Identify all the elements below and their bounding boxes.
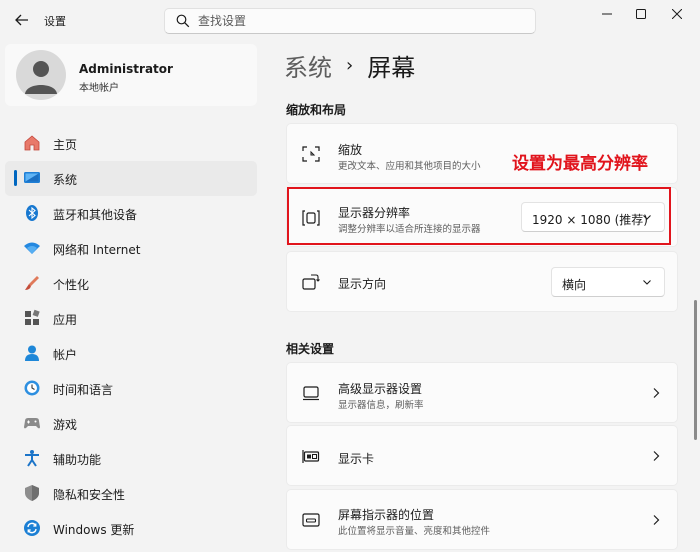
sidebar-item-label: 应用: [53, 313, 78, 327]
arrow-left-icon: [15, 14, 28, 26]
clock-globe-icon: [23, 379, 41, 397]
sidebar-item-accounts[interactable]: 帐户: [5, 336, 257, 371]
scrollbar[interactable]: [694, 300, 697, 440]
sidebar-item-label: 隐私和安全性: [53, 488, 126, 502]
sidebar-item-label: 帐户: [53, 348, 78, 362]
graphics-card-title: 显示卡: [338, 452, 375, 466]
user-profile-card[interactable]: Administrator 本地帐户: [5, 44, 257, 106]
user-avatar-icon: [25, 61, 57, 94]
active-indicator: [14, 170, 17, 186]
sidebar-item-bluetooth[interactable]: 蓝牙和其他设备: [5, 196, 257, 231]
back-button[interactable]: [8, 8, 36, 32]
section-heading-scale-layout: 缩放和布局: [286, 103, 347, 117]
scale-icon: [301, 144, 321, 164]
graphics-card-icon: [301, 446, 321, 466]
monitor-icon: [301, 383, 321, 403]
orientation-title: 显示方向: [338, 277, 387, 291]
bluetooth-icon: [23, 204, 41, 222]
sidebar-item-home[interactable]: 主页: [5, 126, 257, 161]
sidebar-item-windows-update[interactable]: Windows 更新: [5, 511, 257, 546]
indicator-position-subtitle: 此位置将显示音量、亮度和其他控件: [338, 526, 491, 537]
indicator-position-card[interactable]: 屏幕指示器的位置 此位置将显示音量、亮度和其他控件: [286, 489, 678, 550]
annotation-highlight-box: [287, 187, 671, 245]
system-icon: [23, 169, 41, 187]
chevron-right-icon: [653, 515, 660, 525]
title-bar: 设置: [0, 0, 700, 40]
account-icon: [23, 344, 41, 362]
advanced-display-title: 高级显示器设置: [338, 382, 423, 396]
profile-name: Administrator: [79, 62, 173, 76]
graphics-card-card[interactable]: 显示卡: [286, 425, 678, 486]
chevron-right-icon: [653, 451, 660, 461]
sidebar-item-accessibility[interactable]: 辅助功能: [5, 441, 257, 476]
update-icon: [23, 519, 41, 537]
chevron-down-icon: [643, 280, 651, 285]
sidebar-item-label: 系统: [53, 173, 78, 187]
sidebar-item-apps[interactable]: 应用: [5, 301, 257, 336]
app-title: 设置: [44, 15, 66, 28]
sidebar-item-label: 网络和 Internet: [53, 243, 141, 257]
chevron-right-icon: [653, 388, 660, 398]
shield-icon: [23, 484, 41, 502]
home-icon: [23, 134, 41, 152]
sidebar-item-privacy[interactable]: 隐私和安全性: [5, 476, 257, 511]
search-box[interactable]: [164, 8, 536, 34]
wifi-icon: [23, 239, 41, 257]
scale-subtitle: 更改文本、应用和其他项目的大小: [338, 161, 481, 172]
sidebar-item-label: 蓝牙和其他设备: [53, 208, 138, 222]
orientation-value: 横向: [562, 278, 587, 292]
profile-account-type: 本地帐户: [79, 83, 119, 94]
sidebar-nav: 主页 系统 蓝牙和其他设备 网络和 Internet 个性化 应用 帐户 时间和…: [5, 126, 257, 546]
sidebar-item-label: 个性化: [53, 278, 90, 292]
scale-title: 缩放: [338, 143, 363, 157]
breadcrumb-parent[interactable]: 系统: [284, 48, 332, 83]
advanced-display-card[interactable]: 高级显示器设置 显示器信息，刷新率: [286, 362, 678, 423]
advanced-display-subtitle: 显示器信息，刷新率: [338, 400, 424, 411]
brush-icon: [23, 274, 41, 292]
avatar: [16, 50, 66, 100]
search-input[interactable]: [198, 12, 518, 30]
rotate-screen-icon: [301, 272, 321, 292]
search-icon: [176, 14, 190, 28]
apps-icon: [23, 309, 41, 327]
sidebar-item-personalization[interactable]: 个性化: [5, 266, 257, 301]
close-icon: [672, 9, 682, 19]
annotation-text: 设置为最高分辨率: [512, 154, 648, 174]
close-button[interactable]: [654, 0, 700, 28]
sidebar-item-gaming[interactable]: 游戏: [5, 406, 257, 441]
screen-indicator-icon: [301, 510, 321, 530]
accessibility-icon: [23, 449, 41, 467]
sidebar-item-network[interactable]: 网络和 Internet: [5, 231, 257, 266]
sidebar-item-time-language[interactable]: 时间和语言: [5, 371, 257, 406]
sidebar-item-label: 辅助功能: [53, 453, 102, 467]
gamepad-icon: [23, 414, 41, 432]
maximize-icon: [636, 9, 646, 19]
sidebar-item-system[interactable]: 系统: [5, 161, 257, 196]
indicator-position-title: 屏幕指示器的位置: [338, 508, 435, 522]
page-title: 屏幕: [367, 54, 416, 82]
sidebar-item-label: 主页: [53, 138, 78, 152]
minimize-icon: [602, 13, 612, 15]
sidebar-item-label: Windows 更新: [53, 523, 135, 537]
orientation-dropdown[interactable]: 横向: [551, 267, 665, 297]
breadcrumb-separator: ›: [346, 55, 354, 76]
orientation-card: 显示方向 横向: [286, 251, 678, 312]
section-heading-related: 相关设置: [286, 342, 335, 356]
breadcrumb: 系统 › 屏幕: [284, 48, 415, 83]
sidebar-item-label: 游戏: [53, 418, 78, 432]
sidebar-item-label: 时间和语言: [53, 383, 114, 397]
